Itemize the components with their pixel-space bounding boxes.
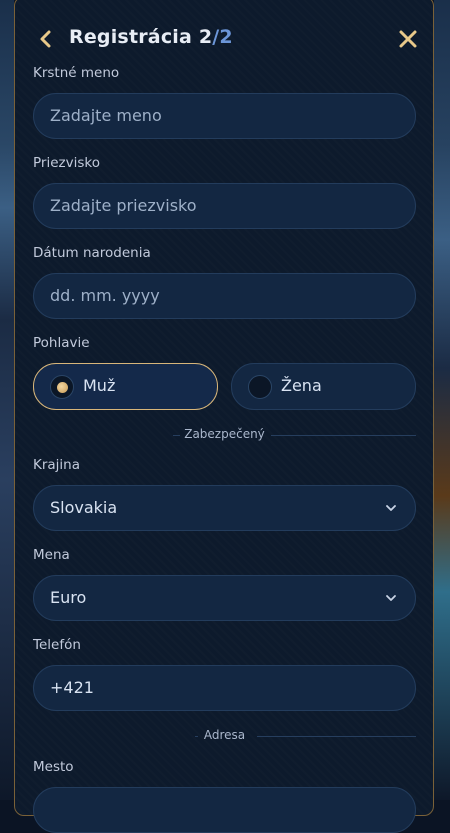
gender-option-female[interactable]: Žena bbox=[231, 363, 416, 410]
gender-option-label: Muž bbox=[83, 376, 116, 395]
country-value: Slovakia bbox=[50, 498, 118, 517]
gender-label: Pohlavie bbox=[33, 335, 90, 351]
phone-label: Telefón bbox=[33, 637, 81, 653]
secure-divider-text: Zabezpečený bbox=[184, 427, 265, 441]
currency-value: Euro bbox=[50, 588, 87, 607]
background-art-right bbox=[434, 0, 450, 800]
chevron-left-icon bbox=[40, 30, 51, 48]
step-total: 2 bbox=[219, 26, 233, 48]
back-button[interactable] bbox=[36, 28, 56, 50]
close-button[interactable] bbox=[397, 28, 419, 50]
last-name-label: Priezvisko bbox=[33, 155, 100, 171]
address-divider-text: Adresa bbox=[203, 728, 246, 742]
secure-divider: Zabezpečený bbox=[33, 427, 416, 443]
page-title: Registrácia 2/2 bbox=[69, 26, 233, 48]
gender-option-male[interactable]: Muž bbox=[33, 363, 218, 410]
first-name-label: Krstné meno bbox=[33, 65, 120, 81]
address-divider: Adresa bbox=[33, 728, 416, 744]
country-select[interactable]: Slovakia bbox=[33, 485, 416, 531]
currency-label: Mena bbox=[33, 547, 70, 563]
birth-date-input[interactable]: dd. mm. yyyy bbox=[33, 273, 416, 319]
city-label: Mesto bbox=[33, 759, 74, 775]
gender-option-label: Žena bbox=[281, 376, 322, 395]
last-name-input[interactable]: Zadajte priezvisko bbox=[33, 183, 416, 229]
radio-unselected-icon bbox=[248, 375, 272, 399]
birth-date-label: Dátum narodenia bbox=[33, 245, 151, 261]
phone-input[interactable]: +421 bbox=[33, 665, 416, 711]
header: Registrácia 2/2 bbox=[0, 20, 450, 58]
chevron-down-icon bbox=[386, 595, 396, 601]
country-label: Krajina bbox=[33, 457, 81, 473]
city-input[interactable] bbox=[33, 787, 416, 833]
background-art-left bbox=[0, 0, 14, 800]
step-current: 2 bbox=[198, 26, 213, 48]
close-icon bbox=[399, 30, 417, 48]
title-text: Registrácia bbox=[69, 26, 193, 48]
chevron-down-icon bbox=[386, 505, 396, 511]
first-name-input[interactable]: Zadajte meno bbox=[33, 93, 416, 139]
radio-selected-icon bbox=[50, 375, 74, 399]
currency-select[interactable]: Euro bbox=[33, 575, 416, 621]
